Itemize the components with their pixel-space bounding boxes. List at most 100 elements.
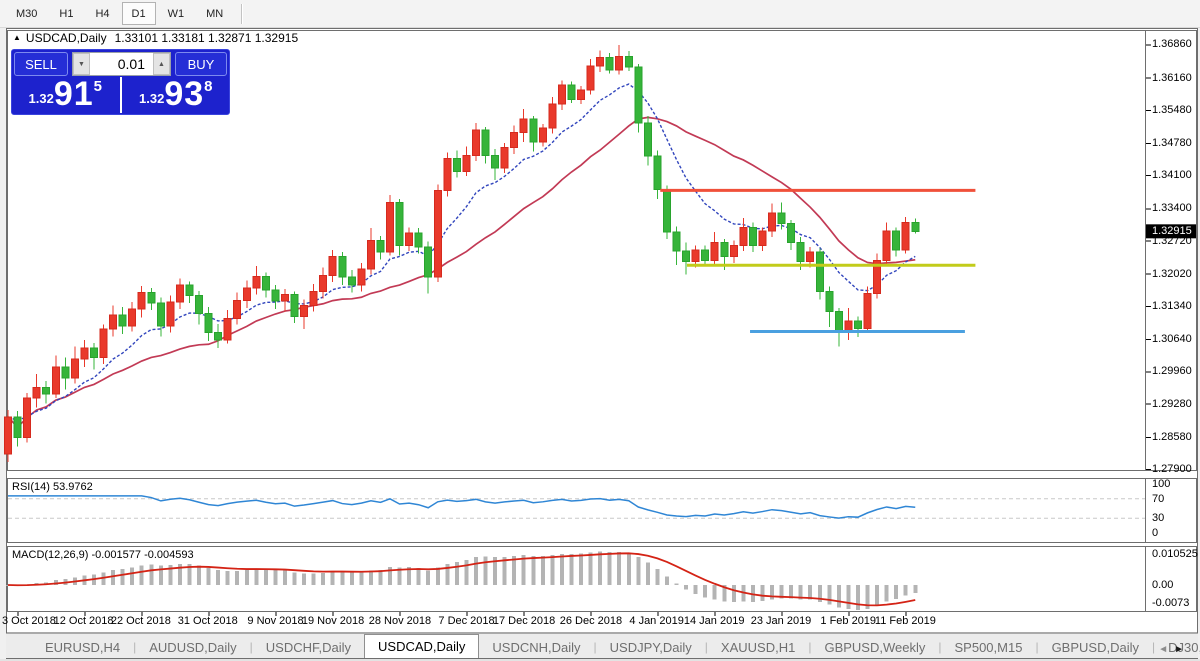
candle-body — [4, 416, 12, 455]
buy-price-display[interactable]: 1.32 93 8 — [123, 77, 230, 113]
chart-tab-usdjpy[interactable]: USDJPY,Daily — [597, 636, 705, 658]
chart-tab-sp500[interactable]: SP500,M15 — [942, 636, 1036, 658]
macd-histogram-bar — [254, 569, 259, 585]
candle-body — [214, 332, 223, 341]
candle-body — [42, 386, 51, 395]
macd-histogram-bar — [368, 570, 373, 585]
candle-body — [863, 293, 872, 330]
macd-histogram-bar — [579, 553, 583, 585]
candle-body — [137, 292, 146, 310]
date-axis-label: 14 Jan 2019 — [683, 615, 745, 627]
candle-body — [624, 56, 633, 68]
candle-body — [911, 222, 920, 232]
candle-body — [328, 256, 337, 277]
macd-histogram-bar — [120, 568, 125, 585]
macd-histogram-bar — [321, 572, 326, 585]
macd-histogram-bar — [426, 570, 431, 585]
rsi-axis-label: 0 — [1152, 527, 1159, 539]
rsi-axis-label: 100 — [1152, 478, 1171, 490]
macd-histogram-bar — [636, 556, 641, 585]
candle-body — [701, 249, 710, 261]
candle-body — [634, 66, 643, 124]
candle-body — [462, 154, 471, 172]
rsi-axis-label: 30 — [1152, 512, 1165, 525]
candle-body — [414, 232, 423, 248]
macd-histogram-bar — [111, 570, 116, 585]
rsi-axis-label: 70 — [1152, 492, 1165, 505]
macd-histogram-bar — [235, 570, 240, 585]
candle-body — [405, 232, 414, 246]
candle-body — [729, 244, 738, 258]
price-axis-label: 1.36860 — [1152, 38, 1192, 51]
sell-button[interactable]: SELL — [14, 52, 68, 76]
candle-body — [118, 314, 127, 327]
macd-histogram-bar — [836, 585, 841, 608]
candle-body — [252, 276, 261, 289]
volume-stepper: ▼ 0.01 ▲ — [72, 52, 171, 76]
chart-tab-usdcad[interactable]: USDCAD,Daily — [364, 634, 480, 658]
candle-body — [376, 240, 385, 253]
candle-body — [185, 284, 194, 297]
candle-body — [643, 122, 652, 157]
candle-body — [892, 230, 901, 251]
buy-button[interactable]: BUY — [175, 52, 227, 76]
macd-histogram-bar — [731, 585, 736, 603]
tab-scroll-left-icon[interactable]: ◄ — [1158, 644, 1174, 655]
collapse-triangle-icon[interactable]: ▲ — [13, 33, 21, 42]
price-axis-label: 1.27900 — [1152, 463, 1192, 475]
macd-histogram-bar — [626, 552, 631, 585]
macd-histogram-bar — [225, 571, 230, 585]
candle-body — [538, 127, 547, 143]
date-axis-label: 12 Oct 2018 — [53, 615, 114, 627]
macd-histogram-bar — [674, 583, 679, 585]
macd-signal-line — [7, 552, 916, 607]
buy-price-sup: 8 — [204, 78, 213, 95]
volume-increase-button[interactable]: ▲ — [153, 53, 170, 75]
candle-body — [242, 287, 251, 301]
macd-histogram-bar — [913, 585, 918, 593]
chart-symbol-label: USDCAD,Daily — [25, 31, 107, 45]
mt4-window: M30 H1 H4 D1 W1 MN ▲ USDCAD,Daily 1.33101 1.331… — [0, 0, 1200, 661]
price-axis-label: 1.35480 — [1152, 103, 1192, 116]
candle-body — [834, 311, 843, 334]
candle-body — [739, 226, 748, 246]
volume-input[interactable]: 0.01 — [90, 53, 153, 75]
candle-body — [89, 347, 98, 359]
date-axis-label: 19 Nov 2018 — [301, 615, 365, 627]
macd-histogram-bar — [884, 585, 889, 602]
price-axis-label: 1.29280 — [1152, 397, 1192, 410]
date-axis-label: 7 Dec 2018 — [438, 615, 495, 627]
price-axis-label: 1.33400 — [1152, 202, 1192, 215]
sell-price-big: 91 — [53, 75, 94, 113]
macd-histogram-bar — [846, 585, 851, 609]
candle-body — [596, 57, 605, 67]
sell-price-display[interactable]: 1.32 91 5 — [12, 77, 119, 113]
one-click-trading-panel: SELL ▼ 0.01 ▲ BUY 1.32 91 5 1.32 93 8 — [11, 49, 230, 115]
ma-slow-line — [7, 116, 916, 429]
chart-tab-xauusd[interactable]: XAUUSD,H1 — [708, 636, 808, 658]
volume-decrease-button[interactable]: ▼ — [73, 53, 90, 75]
chart-tab-gbpusd[interactable]: GBPUSD,Weekly — [811, 636, 938, 658]
chart-tab-gbpusd[interactable]: GBPUSD,Daily — [1039, 636, 1152, 658]
date-axis-label: 28 Nov 2018 — [368, 615, 432, 627]
date-axis-label: 4 Jan 2019 — [629, 615, 684, 627]
chart-tab-usdcnh[interactable]: USDCNH,Daily — [479, 636, 593, 658]
candle-body — [825, 290, 834, 313]
macd-histogram-bar — [130, 567, 135, 585]
candle-body — [156, 302, 165, 327]
candle-body — [787, 223, 796, 243]
macd-histogram-bar — [149, 564, 154, 585]
chart-tab-eurusd[interactable]: EURUSD,H4 — [32, 636, 133, 658]
candle-body — [481, 129, 490, 156]
tab-scroll-right-icon[interactable]: ► — [1174, 644, 1190, 655]
candle-body — [672, 231, 681, 252]
chart-tab-usdchf[interactable]: USDCHF,Daily — [253, 636, 364, 658]
candle-body — [223, 317, 232, 341]
ma-fast-line — [7, 83, 916, 422]
price-axis-label: 1.34100 — [1152, 169, 1192, 182]
candle-body — [748, 226, 757, 246]
price-axis-label: 1.30640 — [1152, 333, 1192, 346]
candle-body — [147, 292, 156, 304]
chart-tab-audusd[interactable]: AUDUSD,Daily — [136, 636, 249, 658]
macd-histogram-bar — [645, 562, 650, 585]
